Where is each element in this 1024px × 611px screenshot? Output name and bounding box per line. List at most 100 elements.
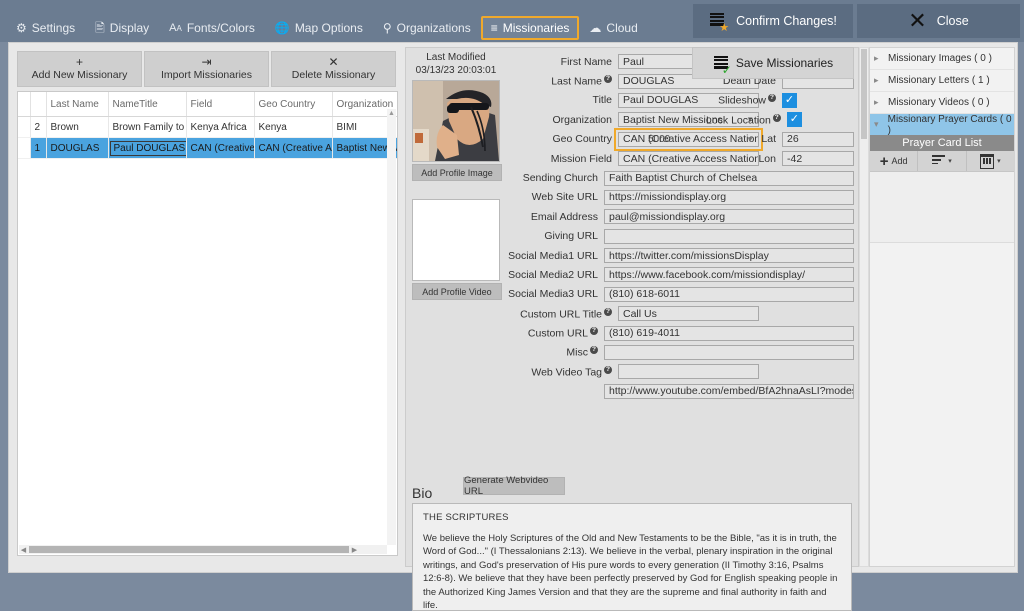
col-header-selector[interactable]: [18, 92, 30, 117]
misc-input[interactable]: [604, 345, 854, 360]
accordion-missionary-prayer-cards[interactable]: ▾ Missionary Prayer Cards ( 0 ): [870, 114, 1014, 135]
cell-geo-country[interactable]: Kenya: [254, 117, 332, 138]
slideshow-checkbox[interactable]: ✓: [782, 93, 797, 108]
field-email-address: Email Address paul@missiondisplay.org: [502, 207, 854, 226]
table-row-selected[interactable]: 1 DOUGLAS Paul DOUGLAS CAN (Creative Ac …: [18, 138, 398, 159]
field-webvideo-url: http://www.youtube.com/embed/BfA2hnaAsLI…: [502, 382, 854, 401]
field-lat: 5000 Lat 26: [706, 130, 854, 149]
profile-video-preview[interactable]: [412, 199, 500, 281]
help-icon[interactable]: ?: [604, 308, 612, 316]
generate-webvideo-url-button[interactable]: Generate Webvideo URL: [463, 477, 565, 495]
accordion-missionary-videos[interactable]: ▸ Missionary Videos ( 0 ): [870, 92, 1014, 114]
close-button[interactable]: ✕ Close: [857, 4, 1020, 38]
scroll-right-icon[interactable]: ▶: [350, 546, 359, 554]
accordion-missionary-images-label: Missionary Images ( 0 ): [888, 53, 992, 64]
tab-display[interactable]: 🖹 Display: [85, 16, 159, 40]
webvideo-url-input[interactable]: http://www.youtube.com/embed/BfA2hnaAsLI…: [604, 384, 854, 399]
tab-fonts-colors[interactable]: AA Fonts/Colors: [159, 16, 265, 40]
lon-input[interactable]: -42: [782, 151, 854, 166]
import-missionaries-label: Import Missionaries: [161, 69, 252, 81]
tab-settings[interactable]: ⚙ Settings: [6, 16, 85, 40]
cell-nametitle[interactable]: Paul DOUGLAS: [108, 138, 186, 159]
help-icon[interactable]: ?: [768, 94, 776, 102]
cell-geo-country[interactable]: CAN (Creative Access: [254, 138, 332, 159]
cell-field[interactable]: Kenya Africa: [186, 117, 254, 138]
ribbon-tab-strip: ⚙ Settings 🖹 Display AA Fonts/Colors 🌐 M…: [6, 16, 648, 40]
lock-location-checkbox[interactable]: ✓: [787, 112, 802, 127]
detail-panel-scrollbar[interactable]: [859, 47, 869, 567]
tab-map-options[interactable]: 🌐 Map Options: [265, 16, 373, 40]
content-surface: + Add New Missionary ⇥ Import Missionari…: [8, 42, 1018, 573]
accordion-missionary-images[interactable]: ▸ Missionary Images ( 0 ): [870, 48, 1014, 70]
custom-url-input[interactable]: (810) 619-4011: [604, 326, 854, 341]
tab-cloud[interactable]: ☁ Cloud: [579, 16, 647, 40]
cell-field[interactable]: CAN (Creative Ac: [186, 138, 254, 159]
save-missionaries-button[interactable]: ✓ Save Missionaries: [692, 47, 854, 79]
add-new-missionary-button[interactable]: + Add New Missionary: [17, 51, 142, 87]
field-lock-location-label: Lock Location?: [706, 114, 787, 127]
row-selector[interactable]: [18, 117, 30, 138]
add-profile-video-button[interactable]: Add Profile Video: [412, 283, 502, 300]
tab-missionaries[interactable]: ≡ Missionaries: [481, 16, 580, 40]
sending-church-input[interactable]: Faith Baptist Church of Chelsea: [604, 171, 854, 186]
scroll-left-icon[interactable]: ◀: [19, 546, 28, 554]
accordion-missionary-letters[interactable]: ▸ Missionary Letters ( 1 ): [870, 70, 1014, 92]
row-index: 2: [30, 117, 46, 138]
field-title-label: Title: [502, 94, 618, 106]
scroll-thumb[interactable]: [29, 546, 349, 553]
tab-organizations[interactable]: ⚲ Organizations: [373, 16, 481, 40]
social-media3-url-input[interactable]: (810) 618-6011: [604, 287, 854, 302]
field-custom-url-label: Custom URL?: [502, 327, 604, 340]
active-cell-editor[interactable]: Paul DOUGLAS: [110, 141, 187, 156]
import-missionaries-button[interactable]: ⇥ Import Missionaries: [144, 51, 269, 87]
prayer-card-list-body[interactable]: [870, 172, 1014, 243]
row-selector[interactable]: [18, 138, 30, 159]
bio-textarea[interactable]: THE SCRIPTURES We believe the Holy Scrip…: [412, 503, 852, 611]
scroll-up-icon[interactable]: ▲: [387, 109, 396, 118]
cell-last-name[interactable]: Brown: [46, 117, 108, 138]
table-header-row: Last Name NameTitle Field Geo Country Or…: [18, 92, 398, 117]
giving-url-input[interactable]: [604, 229, 854, 244]
email-address-input[interactable]: paul@missiondisplay.org: [604, 209, 854, 224]
add-profile-image-button[interactable]: Add Profile Image: [412, 164, 502, 181]
help-icon[interactable]: ?: [604, 366, 612, 374]
sort-lines-icon: [932, 155, 945, 166]
add-new-missionary-label: Add New Missionary: [32, 69, 128, 81]
cloud-icon: ☁: [589, 22, 601, 34]
generate-webvideo-url-label: Generate Webvideo URL: [464, 475, 564, 497]
close-icon: ✕: [908, 10, 926, 32]
prayer-card-calendar-button[interactable]: ▾: [967, 151, 1014, 171]
website-url-input[interactable]: https://missiondisplay.org: [604, 190, 854, 205]
delete-missionary-button[interactable]: ✕ Delete Missionary: [271, 51, 396, 87]
cell-nametitle[interactable]: Brown Family to: [108, 117, 186, 138]
scroll-thumb[interactable]: [861, 49, 867, 139]
col-header-nametitle[interactable]: NameTitle: [108, 92, 186, 117]
help-icon[interactable]: ?: [590, 346, 598, 354]
lat-input[interactable]: 26: [782, 132, 854, 147]
prayer-card-sort-button[interactable]: ▾: [918, 151, 966, 171]
accordion-missionary-prayer-cards-label: Missionary Prayer Cards ( 0 ): [888, 114, 1014, 136]
profile-image[interactable]: [412, 80, 500, 162]
missionary-data-grid[interactable]: Last Name NameTitle Field Geo Country Or…: [17, 91, 398, 556]
field-website-url: Web Site URL https://missiondisplay.org: [502, 188, 854, 207]
help-icon[interactable]: ?: [590, 327, 598, 335]
field-lock-location: Lock Location? ✓: [706, 110, 854, 129]
grid-vertical-scrollbar[interactable]: ▲: [387, 109, 396, 545]
close-label: Close: [937, 14, 969, 28]
col-header-index[interactable]: [30, 92, 46, 117]
confirm-changes-button[interactable]: ★ Confirm Changes!: [693, 4, 853, 38]
help-icon[interactable]: ?: [604, 75, 612, 83]
social-media2-url-input[interactable]: https://www.facebook.com/missiondisplay/: [604, 267, 854, 282]
table-row[interactable]: 2 Brown Brown Family to Kenya Africa Ken…: [18, 117, 398, 138]
prayer-card-add-button[interactable]: + Add: [870, 151, 918, 171]
help-icon[interactable]: ?: [773, 114, 781, 122]
col-header-last-name[interactable]: Last Name: [46, 92, 108, 117]
col-header-field[interactable]: Field: [186, 92, 254, 117]
col-header-geo-country[interactable]: Geo Country: [254, 92, 332, 117]
social-media1-url-input[interactable]: https://twitter.com/missionsDisplay: [604, 248, 854, 263]
chevron-down-icon: ▾: [948, 157, 952, 165]
custom-url-title-input[interactable]: Call Us: [618, 306, 759, 321]
cell-last-name[interactable]: DOUGLAS: [46, 138, 108, 159]
grid-horizontal-scrollbar[interactable]: ◀ ▶: [19, 545, 387, 554]
web-video-tag-input[interactable]: [618, 364, 759, 379]
